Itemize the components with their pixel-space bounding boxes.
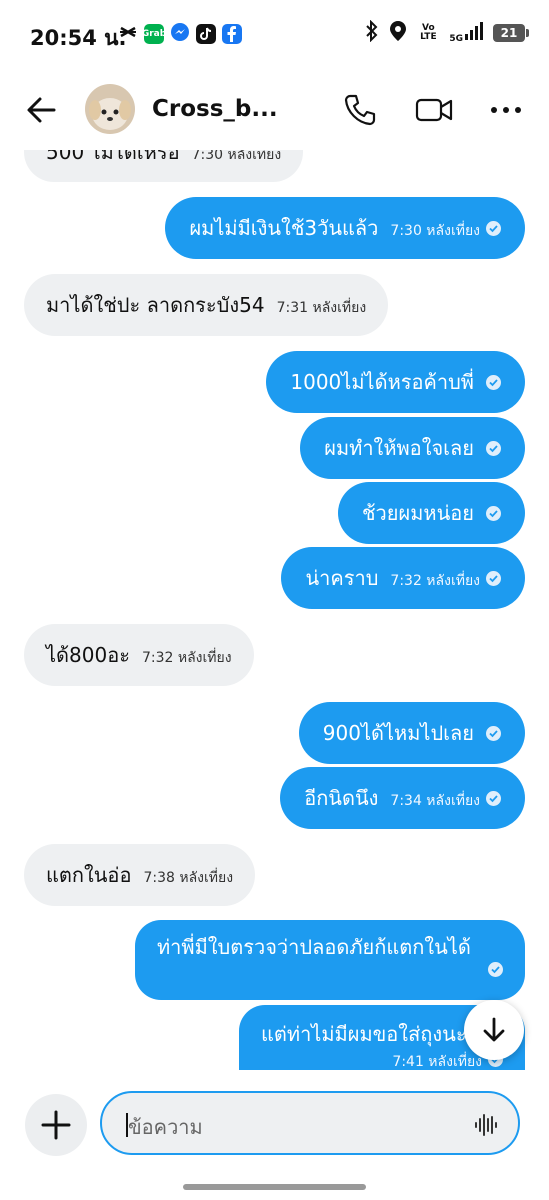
read-check-icon xyxy=(486,726,501,741)
battery-icon: 21 xyxy=(493,24,529,42)
read-check-icon xyxy=(486,375,501,390)
message-incoming[interactable]: 500 ไม่ได้เหรอ 7:30 หลังเที่ยง xyxy=(24,150,304,182)
arrow-down-icon xyxy=(483,1017,505,1042)
back-button[interactable] xyxy=(24,92,64,128)
plus-icon xyxy=(41,1110,71,1140)
chat-header: Cross_b... xyxy=(0,70,549,150)
scroll-to-bottom-button[interactable] xyxy=(464,1000,524,1060)
message-outgoing[interactable]: 900ได้ไหมไปเลย xyxy=(298,702,525,764)
video-call-button[interactable] xyxy=(414,92,454,128)
bluetooth-icon xyxy=(365,19,379,46)
add-attachment-button[interactable] xyxy=(25,1094,87,1156)
read-check-icon xyxy=(486,441,501,456)
message-outgoing[interactable]: ผมไม่มีเงินใช้3วันแล้ว 7:30 หลังเที่ยง xyxy=(165,197,525,259)
read-check-icon xyxy=(488,962,503,977)
message-input-box[interactable]: ข้อความ xyxy=(100,1091,520,1155)
message-outgoing[interactable]: ผมทำให้พอใจเลย xyxy=(300,417,525,479)
message-incoming[interactable]: แตกในอ่อ 7:38 หลังเที่ยง xyxy=(24,844,256,906)
voice-message-button[interactable] xyxy=(474,1113,498,1137)
read-check-icon xyxy=(486,571,501,586)
audio-waveform-icon xyxy=(475,1114,497,1136)
notification-icons: Grab xyxy=(118,22,242,46)
more-dots-icon xyxy=(491,107,521,113)
message-outgoing[interactable]: ช้วยผมหน่อย xyxy=(337,482,525,544)
message-outgoing[interactable]: 1000ไม่ได้หรอค้าบพี่ xyxy=(266,351,525,413)
message-outgoing[interactable]: น่าคราบ 7:32 หลังเที่ยง xyxy=(281,547,525,609)
messenger-icon xyxy=(170,22,190,46)
volte-indicator: Vo LTE xyxy=(420,23,437,42)
message-input[interactable]: ข้อความ xyxy=(128,1111,203,1143)
message-incoming[interactable]: ได้800อะ 7:32 หลังเที่ยง xyxy=(24,624,254,686)
message-list[interactable]: 500 ไม่ได้เหรอ 7:30 หลังเที่ยง ผมไม่มีเงิ… xyxy=(0,150,549,1070)
facebook-icon xyxy=(222,24,242,44)
status-time: 20:54 น. xyxy=(30,26,127,50)
capcut-icon xyxy=(118,22,138,46)
dog-avatar-icon xyxy=(85,84,135,134)
status-bar: 20:54 น. Grab Vo LTE 5G 21 xyxy=(0,0,549,70)
back-arrow-icon xyxy=(27,97,56,123)
video-camera-icon xyxy=(415,98,453,122)
home-indicator[interactable] xyxy=(183,1184,366,1190)
location-icon xyxy=(389,20,407,46)
read-check-icon xyxy=(486,791,501,806)
read-check-icon xyxy=(486,221,501,236)
message-outgoing[interactable]: อีกนิดนึง 7:34 หลังเที่ยง xyxy=(280,767,525,829)
contact-avatar[interactable] xyxy=(85,84,135,134)
phone-icon xyxy=(344,94,376,126)
message-incoming[interactable]: มาได้ใช่ปะ ลาดกระบัง54 7:31 หลังเที่ยง xyxy=(24,274,389,336)
grab-icon: Grab xyxy=(142,24,166,44)
message-outgoing[interactable]: ท่าพี่มีใบตรวจว่าปลอดภัยก้แตกในได้ xyxy=(135,920,525,1000)
system-icons: Vo LTE 5G 21 xyxy=(365,19,529,46)
message-composer: ข้อความ xyxy=(0,1072,549,1200)
tiktok-icon xyxy=(196,24,216,44)
contact-name[interactable]: Cross_b... xyxy=(152,96,278,122)
voice-call-button[interactable] xyxy=(342,92,378,128)
read-check-icon xyxy=(486,506,501,521)
signal-icon xyxy=(465,22,483,44)
more-options-button[interactable] xyxy=(488,92,524,128)
network-type: 5G xyxy=(449,34,463,44)
